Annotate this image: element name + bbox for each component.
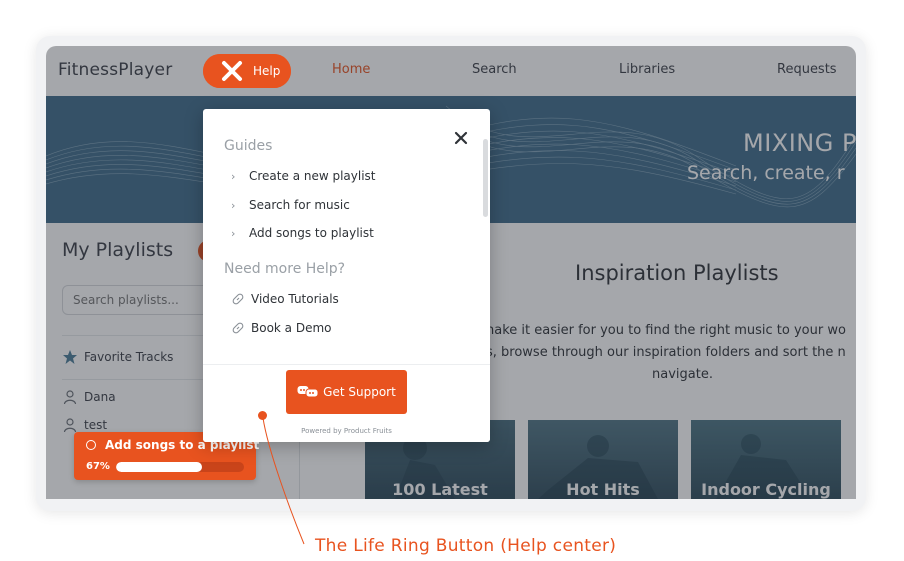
annotation-pointer-line [262,417,305,545]
annotation-dot [258,411,267,420]
screenshot-canvas: FitnessPlayer Help Home Search Libraries… [0,0,904,561]
